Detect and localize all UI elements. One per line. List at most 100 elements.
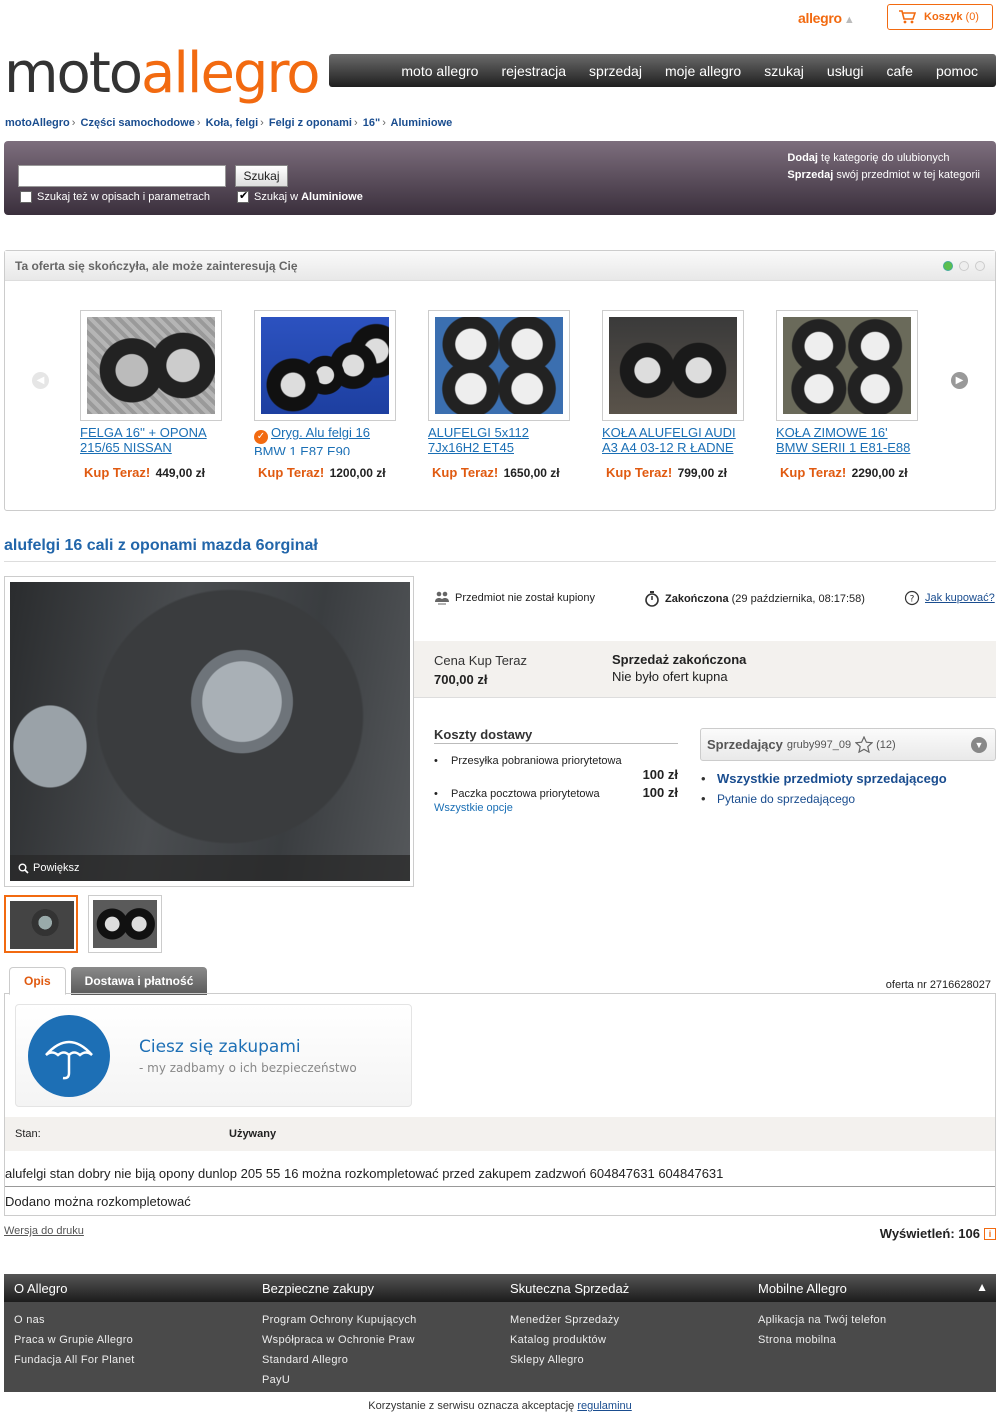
nav-moto-allegro[interactable]: moto allegro <box>401 63 478 79</box>
add-favorite-link[interactable]: Dodaj <box>787 152 818 164</box>
description-divider <box>5 1186 995 1187</box>
chevron-down-icon[interactable]: ▼ <box>971 737 987 753</box>
footer-link[interactable]: Katalog produktów <box>510 1330 748 1350</box>
seller-links: Wszystkie przedmioty sprzedającego Pytan… <box>701 771 947 811</box>
offer-number: oferta nr 2716628027 <box>885 979 991 991</box>
category-actions: Dodaj tę kategorię do ulubionych Sprzeda… <box>787 152 980 181</box>
breadcrumb-felgi-z-oponami[interactable]: Felgi z oponami <box>269 117 352 129</box>
breadcrumb-motoallegro[interactable]: motoAllegro <box>5 117 70 129</box>
nav-sprzedaj[interactable]: sprzedaj <box>589 63 642 79</box>
price-label: Cena Kup Teraz <box>434 653 527 668</box>
nav-cafe[interactable]: cafe <box>887 63 913 79</box>
help-icon: ? <box>904 590 920 606</box>
sale-status: Sprzedaż zakończona <box>612 652 747 667</box>
breadcrumb-czesci[interactable]: Części samochodowe <box>81 117 195 129</box>
svg-text:?: ? <box>910 595 915 605</box>
param-key: Stan: <box>15 1128 41 1140</box>
footer-link[interactable]: PayU <box>262 1370 500 1390</box>
umbrella-icon <box>28 1015 110 1097</box>
footer-link[interactable]: Współpraca w Ochronie Praw <box>262 1330 500 1350</box>
seller-all-items-link[interactable]: Wszystkie przedmioty sprzedającego <box>717 771 947 786</box>
item-title: alufelgi 16 cali z oponami mazda 6orgina… <box>4 537 318 554</box>
arrow-up-icon: ▲ <box>843 14 855 26</box>
reco-thumbnail[interactable] <box>87 317 215 414</box>
search-category-checkbox[interactable]: Szukaj w Aluminiowe <box>237 189 363 203</box>
buyer-protection-banner[interactable]: Ciesz się zakupami - my zadbamy o ich be… <box>15 1004 412 1107</box>
nav-szukaj[interactable]: szukaj <box>764 63 804 79</box>
reco-thumbnail[interactable] <box>435 317 563 414</box>
nav-pomoc[interactable]: pomoc <box>936 63 978 79</box>
shipping-option: Przesyłka pobraniowa priorytetowa100 zł <box>434 755 678 782</box>
footer-link[interactable]: Sklepy Allegro <box>510 1350 748 1370</box>
main-nav: moto allegro rejestracja sprzedaj moje a… <box>329 54 996 87</box>
footer-heading: Bezpieczne zakupy <box>262 1281 375 1296</box>
recommendations-panel: Ta oferta się skończyła, ale może zainte… <box>4 250 996 511</box>
ask-seller-link[interactable]: Pytanie do sprzedającego <box>717 792 855 806</box>
param-row: Stan: Używany <box>5 1117 995 1151</box>
sell-here-link[interactable]: Sprzedaj <box>787 169 833 181</box>
nav-moje-allegro[interactable]: moje allegro <box>665 63 741 79</box>
reco-thumbnail[interactable] <box>783 317 911 414</box>
star-icon <box>855 736 874 753</box>
description-text: alufelgi stan dobry nie biją opony dunlo… <box>5 1166 724 1181</box>
breadcrumb-kola-felgi[interactable]: Koła, felgi <box>206 117 259 129</box>
cart-icon <box>899 10 916 24</box>
reco-item[interactable]: KOŁA ZIMOWE 16' BMW SERII 1 E81-E88 Kup T… <box>776 310 918 480</box>
footer-link[interactable]: Aplikacja na Twój telefon <box>758 1310 996 1330</box>
terms-link[interactable]: regulaminu <box>577 1400 631 1412</box>
allegro-home-link[interactable]: allegro ▲ <box>798 10 855 26</box>
nav-rejestracja[interactable]: rejestracja <box>501 63 566 79</box>
gallery-thumbnail[interactable] <box>88 895 162 953</box>
reco-item[interactable]: ✓ Oryg. Alu felgi 16 BMW 1 E87 E90 Kup Ter… <box>254 310 396 480</box>
footer-link[interactable]: Strona mobilna <box>758 1330 996 1350</box>
motoallegro-logo[interactable]: motoallegro <box>4 44 321 104</box>
shipping-title: Koszty dostawy <box>434 727 678 744</box>
footer-heading: Mobilne Allegro <box>758 1281 847 1296</box>
shipping-costs: Koszty dostawy Przesyłka pobraniowa prio… <box>434 727 678 814</box>
seller-box[interactable]: Sprzedający gruby997_09 (12) ▼ <box>700 728 996 761</box>
carousel-dots[interactable] <box>937 261 985 271</box>
footer-link[interactable]: Menedżer Sprzedaży <box>510 1310 748 1330</box>
shipping-option: Paczka pocztowa priorytetowa100 zł <box>434 785 678 800</box>
param-value: Używany <box>229 1128 277 1140</box>
search-button[interactable]: Szukaj <box>235 165 288 187</box>
carousel-prev-icon[interactable]: ◀ <box>32 372 49 389</box>
title-divider <box>4 561 996 562</box>
scroll-top-icon[interactable]: ▲ <box>976 1280 988 1294</box>
breadcrumb: motoAllegro › Części samochodowe › Koła, f… <box>5 117 453 129</box>
zoom-bar[interactable]: Powiększ <box>10 855 410 881</box>
search-bar: Szukaj Szukaj też w opisach i parametrac… <box>4 141 996 215</box>
views-counter: Wyświetleń: 106 i <box>880 1226 996 1241</box>
breadcrumb-16[interactable]: 16" <box>363 117 380 129</box>
footer-link[interactable]: Standard Allegro <box>262 1350 500 1370</box>
reco-item[interactable]: KOŁA ALUFELGI AUDI A3 A4 03-12 R ŁADNE Ku… <box>602 310 744 480</box>
footer-link[interactable]: Praca w Grupie Allegro <box>14 1330 252 1350</box>
stopwatch-icon <box>645 591 659 607</box>
safe-title: Ciesz się zakupami <box>139 1037 301 1057</box>
footer-link[interactable]: Fundacja All For Planet <box>14 1350 252 1370</box>
breadcrumb-aluminiowe[interactable]: Aluminiowe <box>391 117 453 129</box>
cart-count: (0) <box>965 11 979 23</box>
cart-button[interactable]: Koszyk (0) <box>887 4 993 30</box>
carousel-next-icon[interactable]: ▶ <box>951 372 968 389</box>
seller-nick[interactable]: gruby997_09 <box>787 739 851 751</box>
all-shipping-options-link[interactable]: Wszystkie opcje <box>434 802 678 814</box>
nav-uslugi[interactable]: usługi <box>827 63 864 79</box>
reco-item[interactable]: ALUFELGI 5x112 7Jx16H2 ET45 Kup Teraz! 16… <box>428 310 570 480</box>
reco-item[interactable]: FELGA 16'' + OPONA 215/65 NISSAN Kup Tera… <box>80 310 222 480</box>
reco-thumbnail[interactable] <box>261 317 389 414</box>
reco-thumbnail[interactable] <box>609 317 737 414</box>
how-to-buy-link[interactable]: ? Jak kupować? <box>904 590 995 606</box>
search-desc-checkbox[interactable]: Szukaj też w opisach i parametrach <box>20 191 210 203</box>
footer-link[interactable]: Program Ochrony Kupujących <box>262 1310 500 1330</box>
info-icon[interactable]: i <box>984 1227 996 1240</box>
main-image[interactable]: Powiększ <box>4 576 414 887</box>
description-added: Dodano można rozkompletować <box>5 1194 191 1209</box>
tab-dostawa[interactable]: Dostawa i płatność <box>70 967 208 995</box>
search-input[interactable] <box>18 165 226 187</box>
tab-opis[interactable]: Opis <box>9 967 66 995</box>
seller-feedback: (12) <box>876 738 896 751</box>
gallery-thumbnail[interactable] <box>4 895 78 953</box>
footer-link[interactable]: O nas <box>14 1310 252 1330</box>
print-version-link[interactable]: Wersja do druku <box>4 1225 84 1237</box>
